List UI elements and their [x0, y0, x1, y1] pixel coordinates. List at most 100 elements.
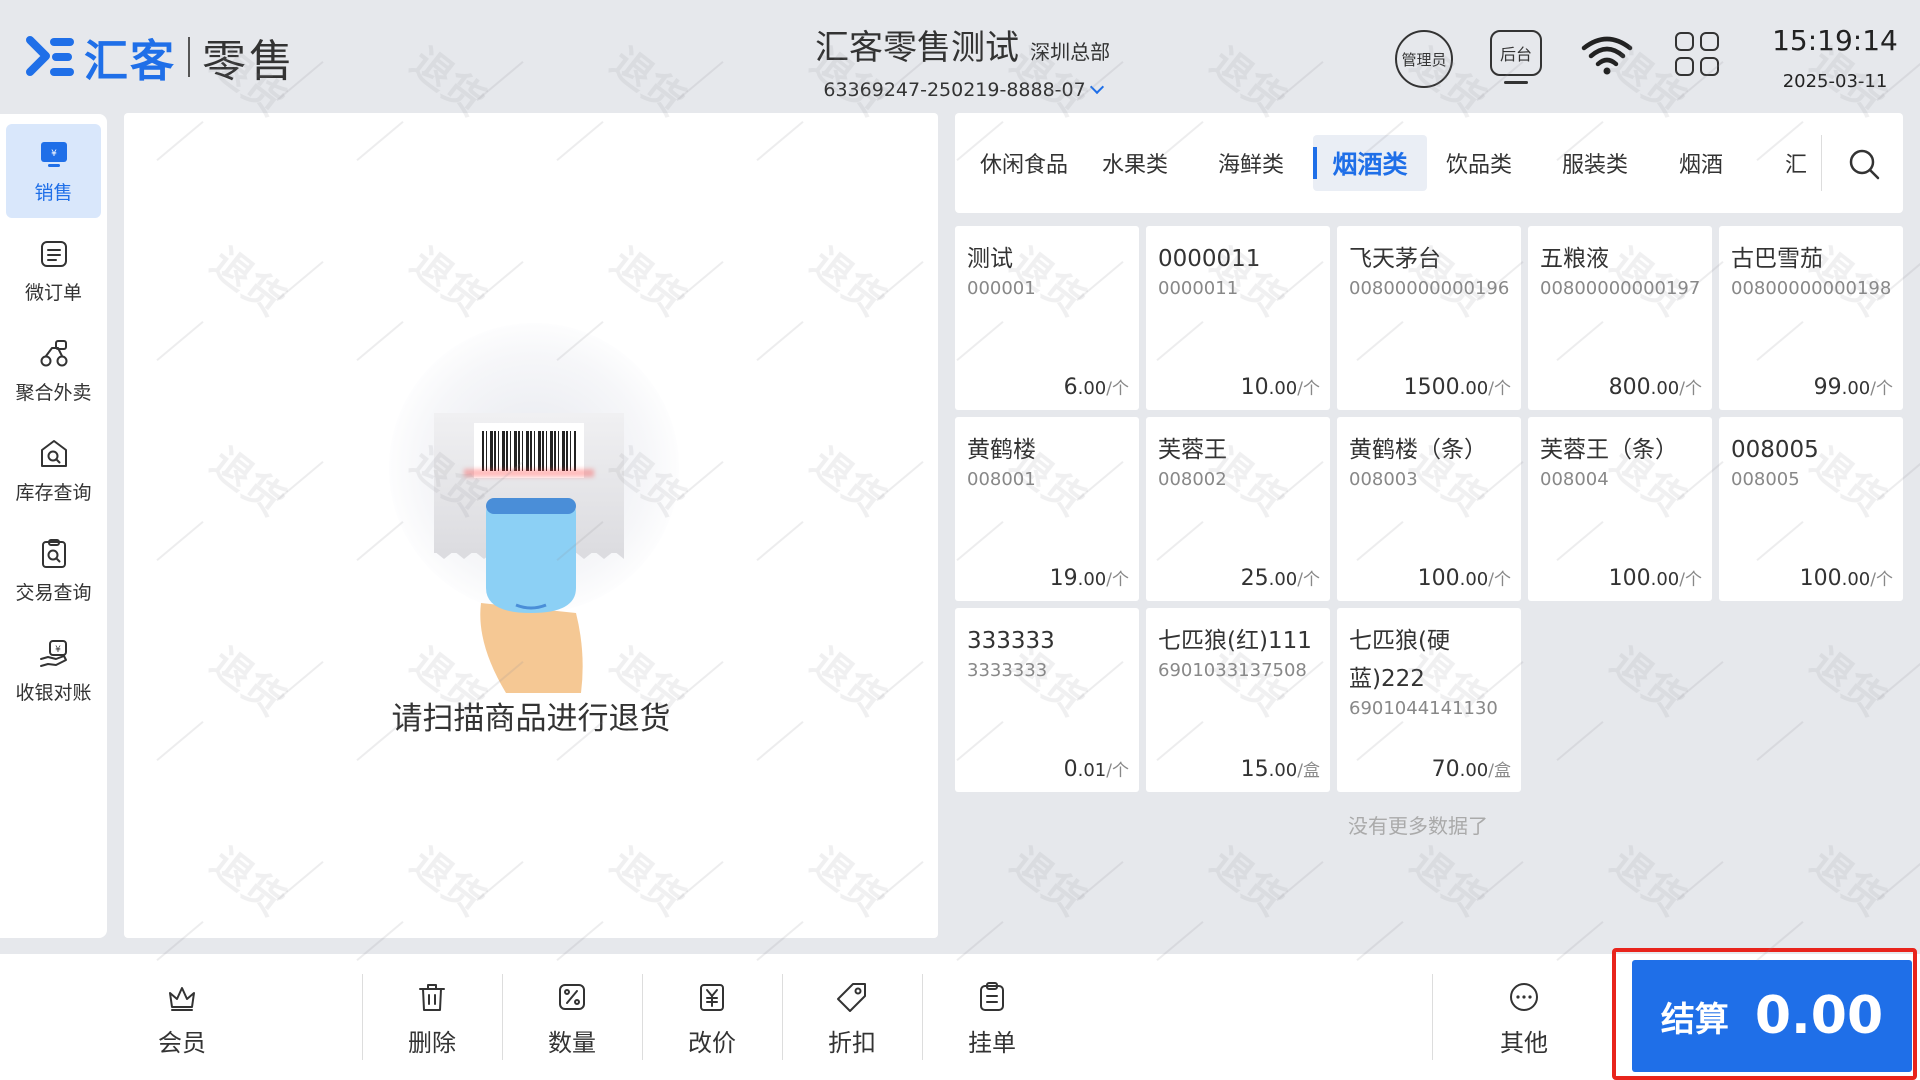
watermark-text: 退货: [1601, 639, 1694, 725]
price-unit: /盒: [1297, 761, 1320, 781]
delete-button[interactable]: 删除: [382, 974, 482, 1064]
product-code: 000001: [967, 278, 1036, 299]
sidebar-item-transaction[interactable]: 交易查询: [6, 524, 101, 618]
wifi-icon[interactable]: [1580, 34, 1634, 76]
scan-prompt: 请扫描商品进行退货: [391, 701, 671, 737]
watermark-line: [1076, 860, 1124, 902]
price-integer: 100: [1799, 566, 1842, 591]
quantity-icon: [556, 981, 588, 1013]
product-name: 008005: [1731, 437, 1819, 463]
backstage-button[interactable]: 后台: [1490, 30, 1542, 84]
category-tab[interactable]: 水果类: [1085, 135, 1185, 191]
product-card[interactable]: 芙蓉王（条） 008004 100.00/个: [1528, 417, 1712, 601]
product-card[interactable]: 333333 3333333 0.01/个: [955, 608, 1139, 792]
trash-icon: [416, 981, 448, 1013]
category-tab-active[interactable]: 烟酒类: [1313, 135, 1427, 191]
product-card[interactable]: 黄鹤楼（条） 008003 100.00/个: [1337, 417, 1521, 601]
price-integer: 19: [1049, 566, 1078, 591]
price-integer: 100: [1417, 566, 1460, 591]
price-unit: /个: [1488, 570, 1511, 590]
inventory-search-icon: [38, 438, 70, 470]
sidebar-item-micro-order[interactable]: 微订单: [6, 224, 101, 318]
watermark-line: [1756, 720, 1804, 762]
price-unit: /个: [1106, 379, 1129, 399]
category-tab[interactable]: 汇: [1785, 135, 1815, 191]
admin-label: 管理员: [1401, 50, 1447, 69]
price-unit: /盒: [1488, 761, 1511, 781]
watermark-line: [1476, 860, 1524, 902]
category-tab[interactable]: 服装类: [1545, 135, 1645, 191]
change-price-button[interactable]: 改价: [662, 974, 762, 1064]
price-integer: 99: [1813, 375, 1842, 400]
watermark-text: 退货: [1201, 839, 1294, 925]
app-logo: 汇客 零售: [26, 30, 296, 87]
watermark-line: [1876, 660, 1920, 702]
store-selector[interactable]: 汇客零售测试 深圳总部 63369247-250219-8888-07: [815, 20, 1110, 101]
checkout-button[interactable]: 结算 0.00: [1632, 960, 1912, 1072]
admin-button[interactable]: 管理员: [1395, 30, 1453, 88]
product-card[interactable]: 黄鹤楼 008001 19.00/个: [955, 417, 1139, 601]
other-button[interactable]: 其他: [1474, 974, 1574, 1064]
clock-date: 2025-03-11: [1782, 71, 1888, 92]
category-tab[interactable]: 海鲜类: [1201, 135, 1301, 191]
discount-button[interactable]: 折扣: [802, 974, 902, 1064]
product-code: 008004: [1540, 469, 1609, 490]
price-unit: /个: [1488, 379, 1511, 399]
product-card[interactable]: 七匹狼(红)111 6901033137508 15.00/盒: [1146, 608, 1330, 792]
hold-order-button[interactable]: 挂单: [942, 974, 1042, 1064]
member-button[interactable]: 会员: [132, 974, 232, 1064]
product-code: 00800000000198: [1731, 278, 1892, 299]
product-price: 19.00/个: [1050, 565, 1129, 591]
product-card[interactable]: 芙蓉王 008002 25.00/个: [1146, 417, 1330, 601]
price-integer: 10: [1240, 375, 1269, 400]
product-card[interactable]: 飞天茅台 00800000000196 1500.00/个: [1337, 226, 1521, 410]
product-name: 五粮液: [1540, 246, 1609, 272]
sidebar-item-reconciliation[interactable]: ¥ 收银对账: [6, 624, 101, 718]
product-name: 芙蓉王: [1158, 437, 1227, 463]
category-tab[interactable]: 休闲食品: [969, 135, 1079, 191]
product-name: 七匹狼(红)111: [1158, 628, 1312, 654]
price-decimal: .00: [1268, 569, 1298, 590]
price-decimal: .00: [1077, 569, 1107, 590]
price-unit: /个: [1106, 570, 1129, 590]
watermark-line: [1276, 860, 1324, 902]
search-icon[interactable]: [1847, 147, 1881, 181]
sidebar-item-delivery[interactable]: 聚合外卖: [6, 324, 101, 418]
product-code: 00800000000197: [1540, 278, 1701, 299]
chevron-down-icon[interactable]: [1089, 79, 1104, 95]
product-name: 黄鹤楼（条）: [1349, 437, 1487, 463]
sidebar-item-label: 微订单: [24, 281, 82, 304]
clock: 15:19:14 2025-03-11: [1770, 24, 1900, 92]
price-unit: /个: [1297, 570, 1320, 590]
watermark-line: [1876, 860, 1920, 902]
apps-grid-icon[interactable]: [1675, 32, 1719, 76]
product-card[interactable]: 0000011 0000011 10.00/个: [1146, 226, 1330, 410]
sidebar-item-inventory[interactable]: 库存查询: [6, 424, 101, 518]
product-card[interactable]: 古巴雪茄 00800000000198 99.00/个: [1719, 226, 1903, 410]
quantity-label: 数量: [548, 1028, 596, 1057]
change-price-label: 改价: [688, 1028, 736, 1057]
clipboard-icon: [976, 981, 1008, 1013]
product-card[interactable]: 七匹狼(硬蓝)222 6901044141130 70.00/盒: [1337, 608, 1521, 792]
sidebar-item-sales[interactable]: ¥ 销售: [6, 124, 101, 218]
quantity-button[interactable]: 数量: [522, 974, 622, 1064]
product-card[interactable]: 测试 000001 6.00/个: [955, 226, 1139, 410]
category-tab[interactable]: 烟酒: [1661, 135, 1741, 191]
price-decimal: .00: [1077, 378, 1107, 399]
product-name: 古巴雪茄: [1731, 246, 1823, 272]
sidebar-item-label: 聚合外卖: [15, 381, 92, 404]
crown-icon: [166, 981, 198, 1013]
product-card[interactable]: 008005 008005 100.00/个: [1719, 417, 1903, 601]
backstage-label: 后台: [1499, 45, 1532, 64]
watermark-line: [1556, 720, 1604, 762]
micro-order-icon: [38, 238, 70, 270]
store-branch: 深圳总部: [1030, 40, 1111, 64]
discount-tag-icon: [836, 981, 868, 1013]
sidebar-item-label: 销售: [34, 181, 73, 204]
category-tab[interactable]: 饮品类: [1429, 135, 1529, 191]
price-unit: /个: [1679, 379, 1702, 399]
scanner-hand-icon: [480, 498, 583, 693]
product-card[interactable]: 五粮液 00800000000197 800.00/个: [1528, 226, 1712, 410]
delivery-icon: [38, 338, 70, 370]
logo-mark-icon: [26, 34, 78, 80]
